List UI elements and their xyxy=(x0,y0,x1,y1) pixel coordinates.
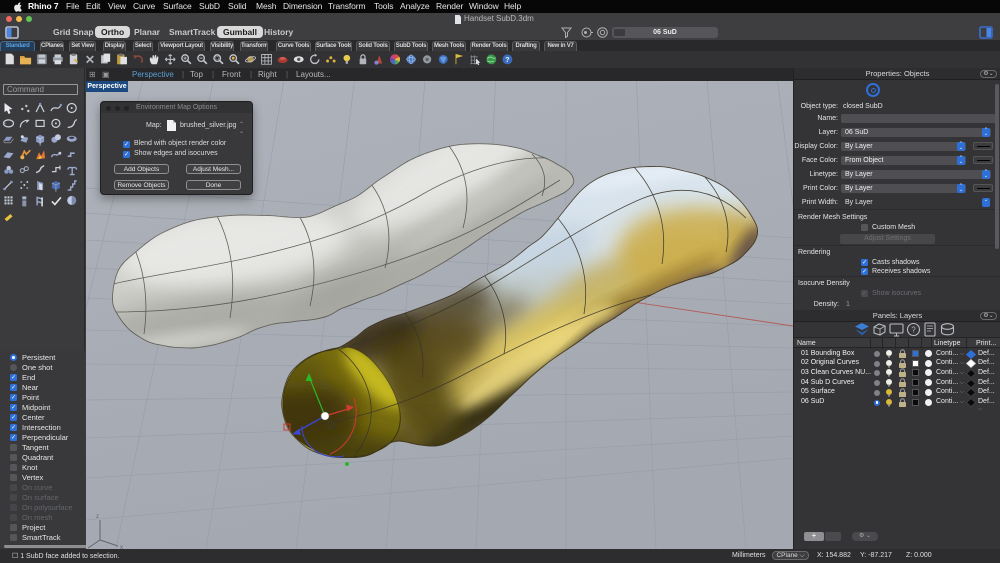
svg-text:?: ? xyxy=(911,326,916,335)
svg-text:?: ? xyxy=(505,55,510,64)
svg-text:z: z xyxy=(96,514,99,520)
